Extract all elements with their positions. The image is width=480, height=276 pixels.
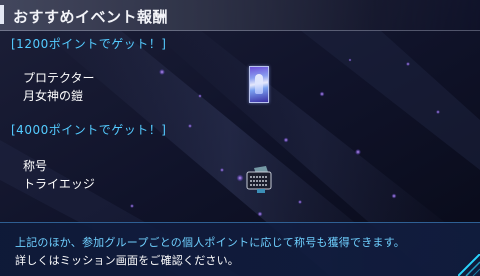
- reward-category-title: 称号: [23, 159, 48, 173]
- notice-line-2: 詳しくはミッション画面をご確認ください。: [15, 254, 239, 267]
- title-accent-bar: [0, 5, 4, 24]
- notice-box: 上記のほか、参加グループごとの個人ポイントに応じて称号も獲得できます。 詳しくは…: [0, 222, 480, 276]
- corner-decoration: [458, 254, 480, 276]
- protector-card-icon: [249, 66, 269, 103]
- title-plate-icon: [246, 166, 272, 193]
- reward-condition-1200: [1200ポイントでゲット！]: [11, 37, 167, 51]
- page-title: おすすめイベント報酬: [13, 8, 169, 26]
- reward-item-name-2: トライエッジ: [23, 177, 95, 191]
- reward-category-protector: プロテクター: [23, 71, 95, 85]
- reward-item-name-1: 月女神の鎧: [23, 89, 84, 103]
- notice-line-1: 上記のほか、参加グループごとの個人ポイントに応じて称号も獲得できます。: [15, 236, 405, 249]
- title-bar: おすすめイベント報酬: [0, 0, 480, 31]
- reward-condition-4000: [4000ポイントでゲット！]: [11, 123, 167, 137]
- card-figure: [255, 74, 263, 94]
